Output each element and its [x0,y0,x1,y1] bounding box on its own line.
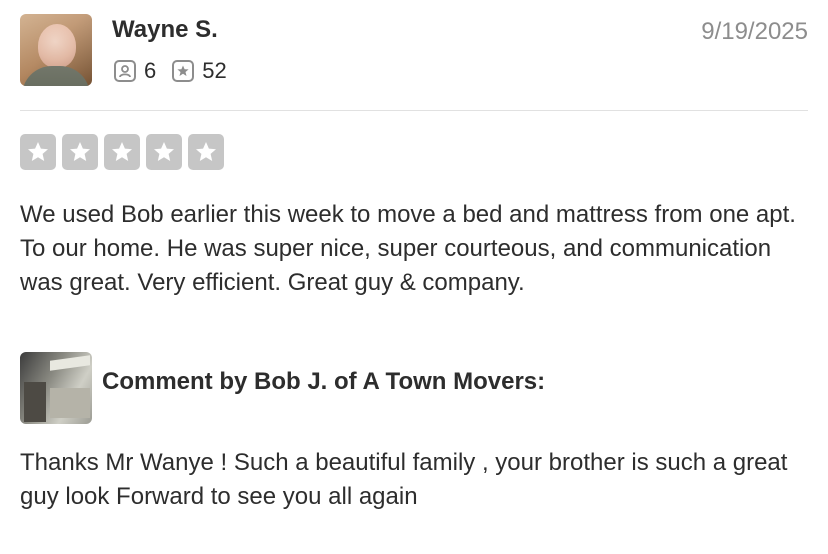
star-icon [104,134,140,170]
star-icon [20,134,56,170]
friends-count: 6 [144,58,157,83]
reviews-count: 52 [202,58,227,83]
business-owner-avatar[interactable] [20,352,92,424]
star-icon [62,134,98,170]
review-date: 9/19/2025 [701,18,808,45]
divider [20,110,808,111]
star-rating [20,134,230,170]
reviews-star-icon [172,60,195,82]
review-card: Wayne S. 6 52 9/19/2025 We used Bob earl… [0,0,828,554]
user-name[interactable]: Wayne S. [112,16,218,44]
owner-comment-heading: Comment by Bob J. of A Town Movers: [102,368,546,395]
friends-icon [114,60,136,82]
star-icon [188,134,224,170]
friends-stat: 6 [114,60,156,82]
owner-comment-text: Thanks Mr Wanye ! Such a beautiful famil… [20,449,788,510]
user-stats: 6 52 [114,58,243,84]
review-text: We used Bob earlier this week to move a … [20,201,796,296]
reviews-stat: 52 [172,58,227,83]
user-avatar[interactable] [20,14,92,86]
star-icon [146,134,182,170]
